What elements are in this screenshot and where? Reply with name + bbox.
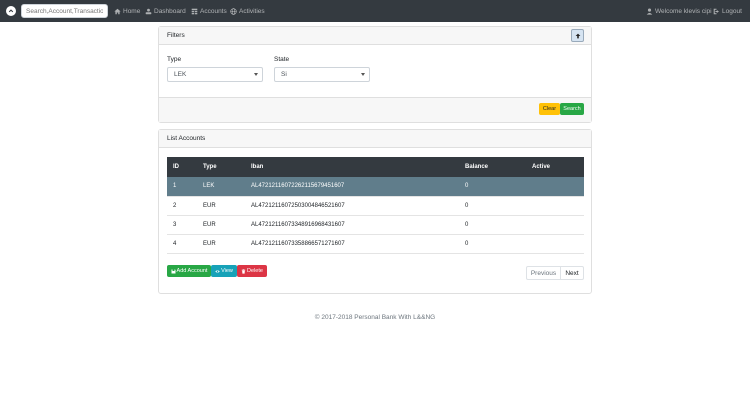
- nav-home-label: Home: [123, 7, 141, 15]
- welcome-text: Welcome klevis cipi: [655, 7, 712, 15]
- cell-id: 3: [173, 221, 177, 228]
- column-header-id: ID: [173, 164, 179, 170]
- nav-activities-link[interactable]: Activities: [230, 6, 265, 16]
- cell-iban: AL47212116072262115679451607: [251, 183, 345, 190]
- column-header-iban: Iban: [251, 164, 264, 170]
- type-select-value: LEK: [174, 71, 187, 78]
- delete-label: Delete: [247, 268, 263, 274]
- brand-chevron-up-icon[interactable]: [6, 6, 16, 16]
- clear-button-label: Clear: [542, 106, 557, 112]
- search-input[interactable]: [21, 4, 108, 18]
- column-header-active: Active: [532, 164, 551, 170]
- cell-active: [526, 215, 584, 234]
- logout-label: Logout: [722, 7, 742, 15]
- column-header-balance: Balance: [465, 164, 489, 170]
- cell-balance: 0: [465, 240, 469, 247]
- add-account-button[interactable]: Add Account: [167, 265, 211, 277]
- nav-home-link[interactable]: Home: [114, 6, 140, 16]
- state-label: State: [274, 56, 290, 63]
- state-select-value: Si: [281, 71, 287, 78]
- cell-id: 2: [173, 202, 177, 209]
- copyright-text: © 2017-2018 Personal Bank With L&&NG: [314, 314, 436, 321]
- welcome-user-link[interactable]: Welcome klevis cipi: [646, 6, 712, 16]
- top-navbar: Home Dashboard Accounts Activities Welco…: [0, 0, 750, 22]
- accounts-table-icon: [191, 8, 198, 14]
- view-label: View: [221, 268, 233, 274]
- accounts-title: List Accounts: [167, 135, 206, 142]
- cell-balance: 0: [465, 183, 469, 190]
- cell-balance: 0: [465, 202, 469, 209]
- search-button-label: Search: [563, 106, 581, 112]
- filters-card: Filters Type LEK State Si Clear Search: [158, 26, 592, 123]
- cell-active: [526, 234, 584, 253]
- nav-accounts-link[interactable]: Accounts: [191, 6, 227, 16]
- delete-button[interactable]: Delete: [237, 265, 267, 277]
- accounts-table: ID Type Iban Balance Active 1 LEK AL4721…: [167, 157, 584, 254]
- table-row[interactable]: 1 LEK AL47212116072262115679451607 0: [167, 177, 584, 196]
- user-icon: [646, 8, 653, 15]
- dashboard-icon: [145, 8, 152, 14]
- next-page-button[interactable]: Next: [560, 266, 584, 280]
- filters-header: Filters: [159, 27, 591, 45]
- cell-id: 4: [173, 240, 177, 247]
- cell-active: [526, 196, 584, 215]
- cell-balance: 0: [465, 221, 469, 228]
- cell-type: EUR: [203, 202, 216, 209]
- previous-page-button[interactable]: Previous: [526, 266, 561, 280]
- table-row[interactable]: 3 EUR AL47212116073348916968431607 0: [167, 215, 584, 234]
- type-caret-icon: [254, 73, 258, 76]
- previous-label: Previous: [530, 269, 557, 277]
- add-account-label: Add Account: [176, 268, 208, 274]
- clear-button[interactable]: Clear: [539, 103, 560, 115]
- column-header-type: Type: [203, 164, 217, 170]
- cell-type: EUR: [203, 240, 216, 247]
- save-icon: [171, 269, 176, 273]
- trash-icon: [241, 268, 246, 274]
- cell-iban: AL47212116073348916968431607: [251, 221, 345, 228]
- nav-activities-label: Activities: [239, 7, 265, 15]
- accounts-card: List Accounts ID Type Iban Balance Activ…: [158, 129, 592, 294]
- table-header-row: ID Type Iban Balance Active: [167, 157, 584, 177]
- table-row[interactable]: 4 EUR AL47212116073358866571271607 0: [167, 234, 584, 253]
- logout-icon: [713, 8, 719, 14]
- search-button[interactable]: Search: [560, 103, 584, 115]
- cell-type: EUR: [203, 221, 216, 228]
- cell-iban: AL47212116072503004846521607: [251, 202, 345, 209]
- nav-accounts-label: Accounts: [200, 7, 227, 15]
- accounts-header: List Accounts: [159, 130, 591, 148]
- filters-title: Filters: [167, 32, 185, 39]
- cell-id: 1: [173, 183, 177, 190]
- state-caret-icon: [361, 73, 365, 76]
- next-label: Next: [565, 269, 579, 277]
- nav-dashboard-label: Dashboard: [154, 7, 186, 15]
- collapse-filters-button[interactable]: [571, 29, 584, 42]
- eye-icon: [215, 269, 220, 273]
- view-button[interactable]: View: [211, 265, 237, 277]
- type-label: Type: [167, 56, 182, 63]
- cell-type: LEK: [203, 183, 215, 190]
- filters-footer: Clear Search: [159, 97, 591, 122]
- table-row[interactable]: 2 EUR AL47212116072503004846521607 0: [167, 196, 584, 215]
- arrow-up-icon: [575, 33, 580, 38]
- cell-active: [526, 177, 584, 196]
- home-icon: [114, 8, 121, 14]
- cell-iban: AL47212116073358866571271607: [251, 240, 345, 247]
- type-select[interactable]: LEK: [167, 67, 263, 82]
- globe-icon: [230, 7, 237, 15]
- logout-link[interactable]: Logout: [713, 6, 742, 16]
- state-select[interactable]: Si: [274, 67, 370, 82]
- nav-dashboard-link[interactable]: Dashboard: [145, 6, 186, 16]
